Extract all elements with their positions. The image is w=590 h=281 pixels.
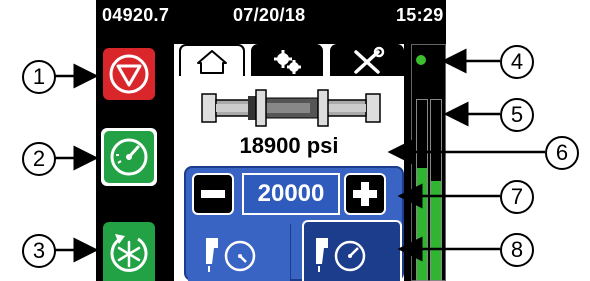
callout-4: 4 (500, 45, 534, 79)
callout-1: 1 (22, 60, 56, 94)
callout-2: 2 (22, 142, 56, 176)
callout-5: 5 (500, 98, 534, 132)
callout-3: 3 (22, 234, 56, 268)
callout-arrows (54, 48, 545, 263)
callout-8: 8 (500, 233, 534, 267)
callout-7: 7 (500, 180, 534, 214)
callout-6: 6 (545, 136, 579, 170)
